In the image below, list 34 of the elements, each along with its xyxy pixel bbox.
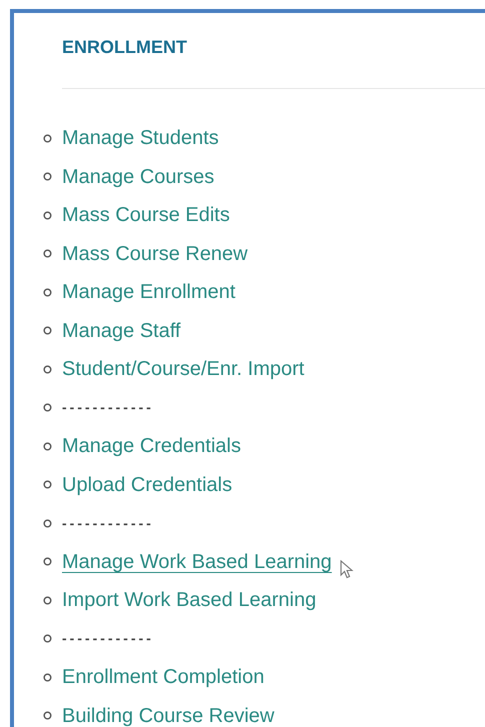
menu-link[interactable]: Manage Credentials — [62, 431, 241, 462]
separator-text: ------------ — [62, 514, 154, 533]
bullet-icon — [43, 210, 52, 220]
section-title: ENROLLMENT — [61, 36, 188, 59]
bullet-icon — [43, 442, 52, 451]
bullet-icon — [43, 134, 52, 143]
menu-link[interactable]: Manage Enrollment — [62, 277, 236, 308]
menu-link[interactable]: Mass Course Renew — [62, 238, 248, 269]
bullet-icon — [43, 403, 52, 412]
bullet-icon — [43, 518, 52, 528]
bullet-icon — [43, 480, 52, 490]
bullet-icon — [43, 364, 52, 374]
menu-link[interactable]: Student/Course/Enr. Import — [62, 354, 304, 384]
bullet-icon — [43, 596, 52, 605]
menu-link[interactable]: Upload Credentials — [62, 470, 232, 500]
bullet-icon — [43, 172, 52, 182]
menu-link[interactable]: Manage Work Based Learning — [62, 546, 332, 577]
bullet-icon — [43, 326, 52, 336]
menu-link[interactable]: Building Course Review — [62, 700, 274, 727]
menu-link[interactable]: Manage Students — [62, 123, 219, 154]
separator-text: ------------ — [62, 398, 154, 418]
bullet-icon — [43, 557, 52, 566]
bullet-icon — [43, 288, 52, 297]
menu-link[interactable]: Manage Staff — [62, 316, 181, 346]
bullet-icon — [43, 711, 52, 720]
menu-link[interactable]: Manage Courses — [62, 162, 214, 192]
separator-text: ------------ — [62, 629, 154, 648]
menu-link[interactable]: Mass Course Edits — [62, 200, 230, 230]
menu-link[interactable]: Import Work Based Learning — [62, 585, 316, 616]
bullet-icon — [43, 634, 52, 644]
menu-link[interactable]: Enrollment Completion — [62, 662, 264, 692]
cursor-icon — [340, 560, 354, 580]
bullet-icon — [43, 672, 52, 682]
bullet-icon — [43, 249, 52, 258]
